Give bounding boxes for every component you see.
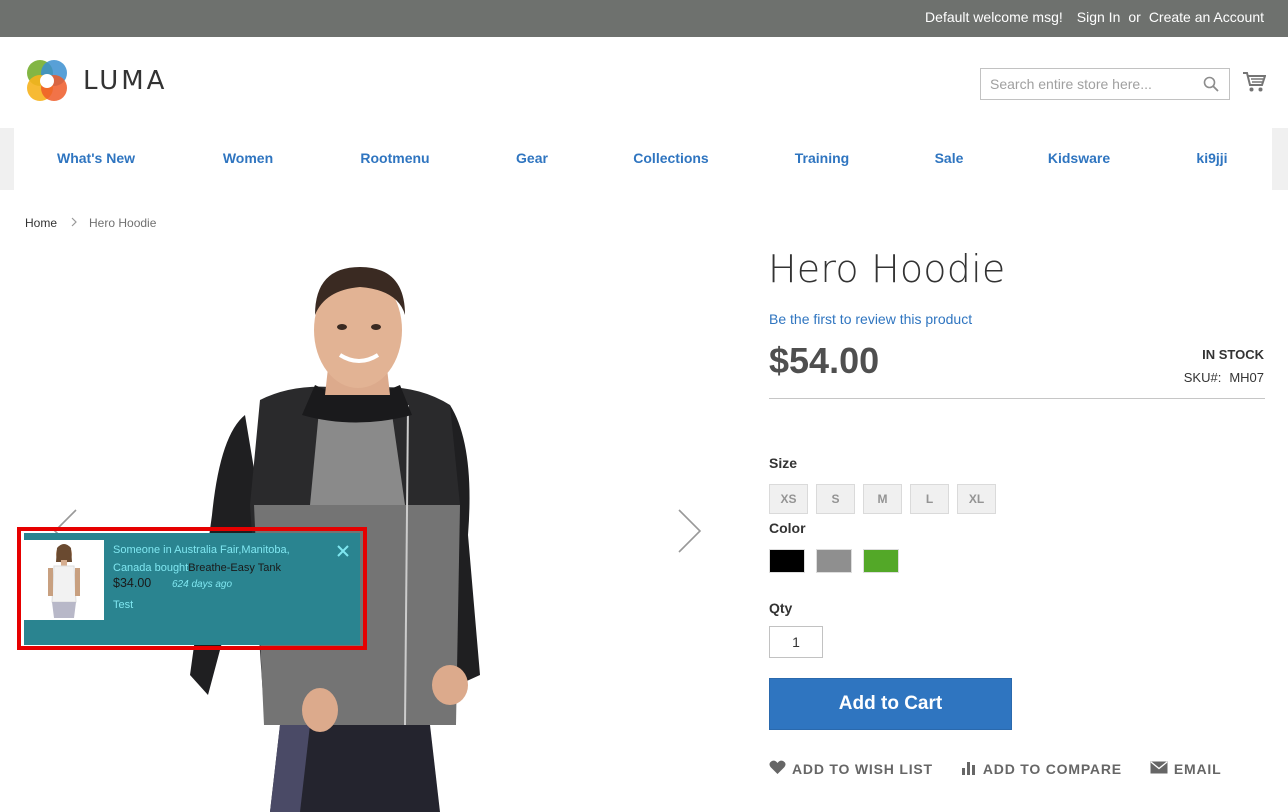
divider <box>769 398 1265 399</box>
size-options: XS S M L XL <box>769 484 996 514</box>
luma-logo-icon <box>25 59 69 103</box>
email-label: EMAIL <box>1173 761 1222 777</box>
stock-status: IN STOCK <box>1202 347 1264 362</box>
review-link[interactable]: Be the first to review this product <box>769 311 972 327</box>
gallery-next-icon[interactable] <box>677 508 703 559</box>
search-icon[interactable] <box>1203 76 1219 97</box>
sku-label: SKU#: <box>1183 370 1222 385</box>
color-swatch-green[interactable] <box>863 549 899 573</box>
header-links: Default welcome msg! Sign In or Create a… <box>925 9 1264 25</box>
nav-item-rootmenu[interactable]: Rootmenu <box>360 150 429 166</box>
envelope-icon <box>1150 761 1168 777</box>
size-option-s[interactable]: S <box>816 484 855 514</box>
sign-in-link[interactable]: Sign In <box>1077 9 1121 25</box>
notification-time: 624 days ago <box>172 579 233 590</box>
add-to-wishlist-link[interactable]: ADD TO WISH LIST <box>769 760 933 778</box>
top-bar: Default welcome msg! Sign In or Create a… <box>0 0 1288 37</box>
sku-value: MH07 <box>1229 370 1264 385</box>
heart-icon <box>769 760 786 778</box>
add-to-cart-button[interactable]: Add to Cart <box>769 678 1012 730</box>
compare-icon <box>961 761 977 778</box>
welcome-message: Default welcome msg! <box>925 9 1063 25</box>
product-price: $54.00 <box>769 340 880 381</box>
notification-message: Someone in Australia Fair,Manitoba, Cana… <box>113 541 313 577</box>
logo-text: LUMA <box>83 66 168 96</box>
color-label: Color <box>769 520 806 536</box>
wishlist-label: ADD TO WISH LIST <box>792 761 933 777</box>
breadcrumb-home[interactable]: Home <box>25 216 57 230</box>
size-option-l[interactable]: L <box>910 484 949 514</box>
main-navigation: What's New Women Rootmenu Gear Collectio… <box>14 128 1272 190</box>
notification-product-image[interactable] <box>24 540 104 620</box>
size-label: Size <box>769 455 798 471</box>
color-swatch-gray[interactable] <box>816 549 852 573</box>
nav-item-kidsware[interactable]: Kidsware <box>1048 150 1110 166</box>
recent-purchase-notification[interactable]: Someone in Australia Fair,Manitoba, Cana… <box>24 533 360 645</box>
cart-icon[interactable] <box>1242 71 1267 98</box>
nav-item-gear[interactable]: Gear <box>516 150 548 166</box>
chevron-right-icon <box>71 216 77 230</box>
nav-item-training[interactable]: Training <box>795 150 849 166</box>
product-actions: ADD TO WISH LIST ADD TO COMPARE EMAIL <box>769 760 1249 778</box>
compare-label: ADD TO COMPARE <box>982 761 1122 777</box>
search-box <box>980 68 1230 100</box>
nav-item-collections[interactable]: Collections <box>633 150 708 166</box>
search-input[interactable] <box>981 69 1191 99</box>
or-text: or <box>1128 9 1141 25</box>
qty-input[interactable] <box>769 626 823 658</box>
notification-test-link[interactable]: Test <box>113 599 133 611</box>
nav-item-sale[interactable]: Sale <box>935 150 964 166</box>
size-option-xs[interactable]: XS <box>769 484 808 514</box>
size-option-m[interactable]: M <box>863 484 902 514</box>
color-swatch-black[interactable] <box>769 549 805 573</box>
email-link[interactable]: EMAIL <box>1150 761 1222 777</box>
store-logo[interactable]: LUMA <box>25 59 167 103</box>
qty-label: Qty <box>769 600 793 616</box>
create-account-link[interactable]: Create an Account <box>1149 9 1264 25</box>
product-title: Hero Hoodie <box>768 247 1006 291</box>
add-to-compare-link[interactable]: ADD TO COMPARE <box>961 761 1122 778</box>
nav-item-ki9jji[interactable]: ki9jji <box>1196 150 1227 166</box>
notification-product-link[interactable]: Breathe-Easy Tank <box>188 562 281 574</box>
breadcrumb: Home Hero Hoodie <box>25 216 156 230</box>
nav-item-whats-new[interactable]: What's New <box>57 150 135 166</box>
close-icon[interactable] <box>337 544 349 562</box>
sku-info: SKU#: MH07 <box>1184 370 1264 385</box>
size-option-xl[interactable]: XL <box>957 484 996 514</box>
nav-item-women[interactable]: Women <box>223 150 273 166</box>
color-options <box>769 549 899 573</box>
notification-price: $34.00 <box>113 576 152 590</box>
breadcrumb-current: Hero Hoodie <box>89 216 157 230</box>
